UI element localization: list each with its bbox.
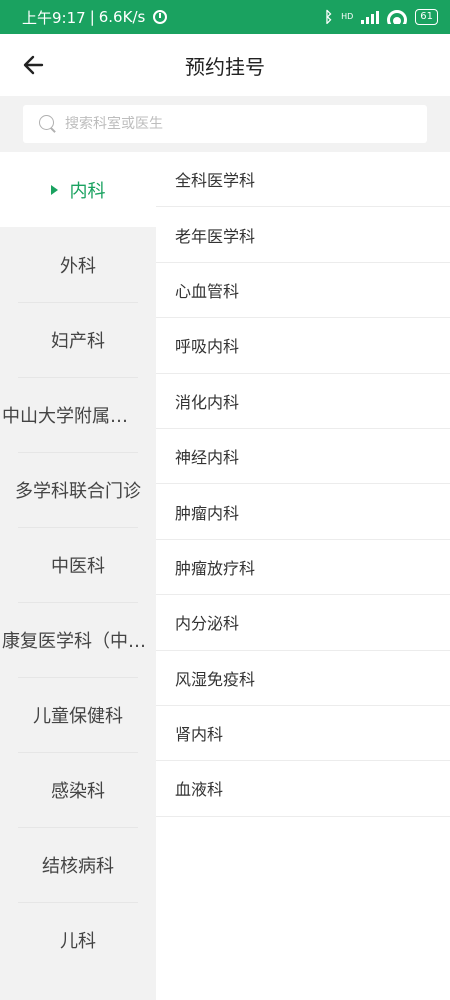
- department-item[interactable]: 风湿免疫科: [156, 651, 450, 706]
- search-icon: [39, 115, 57, 133]
- sidebar-item-infectious[interactable]: 感染科: [0, 752, 156, 827]
- status-time: 上午9:17: [22, 8, 86, 27]
- search-box[interactable]: [23, 105, 427, 143]
- sidebar-item-label: 内科: [69, 180, 106, 202]
- alarm-icon: [153, 10, 168, 24]
- department-item[interactable]: 神经内科: [156, 429, 450, 485]
- title-bar: 预约挂号: [0, 34, 450, 96]
- wifi-icon: [387, 10, 408, 24]
- battery-indicator: 61: [415, 9, 438, 25]
- back-arrow-icon[interactable]: [20, 51, 48, 79]
- department-item[interactable]: 老年医学科: [156, 207, 450, 263]
- page-title: 预约挂号: [185, 54, 265, 79]
- sidebar-item-label: 结核病科: [42, 855, 114, 877]
- department-item[interactable]: 肾内科: [156, 706, 450, 762]
- status-right: ᛒ HD 61: [324, 8, 438, 26]
- sidebar-item-label: 康复医学科（中…: [2, 630, 146, 652]
- sidebar-item-tcm[interactable]: 中医科: [0, 527, 156, 602]
- department-item[interactable]: 心血管科: [156, 263, 450, 319]
- sidebar-item-label: 中山大学附属…: [2, 405, 128, 427]
- sidebar-item-label: 儿童保健科: [33, 705, 123, 727]
- status-divider: |: [89, 8, 95, 26]
- status-speed: 6.6K/s: [98, 8, 146, 26]
- department-item[interactable]: 呼吸内科: [156, 318, 450, 374]
- selected-caret-icon: [50, 184, 58, 195]
- sidebar-item-obstetrics[interactable]: 妇产科: [0, 302, 156, 377]
- category-sidebar: 内科 外科 妇产科 中山大学附属… 多学科联合门诊 中医科 康复医学科（中… 儿…: [0, 152, 156, 1000]
- network-type-label: HD: [341, 12, 354, 21]
- search-area: [0, 96, 450, 152]
- sidebar-item-surgery[interactable]: 外科: [0, 227, 156, 302]
- sidebar-item-pediatrics[interactable]: 儿科: [0, 902, 156, 977]
- department-item[interactable]: 肿瘤放疗科: [156, 540, 450, 596]
- status-bar: 上午9:17 | 6.6K/s ᛒ HD 61: [0, 0, 450, 34]
- sidebar-item-sysu-affiliated[interactable]: 中山大学附属…: [0, 377, 156, 452]
- signal-icon: [361, 10, 380, 24]
- department-item[interactable]: 内分泌科: [156, 595, 450, 651]
- department-item[interactable]: 全科医学科: [156, 152, 450, 208]
- department-item[interactable]: 消化内科: [156, 374, 450, 429]
- sidebar-item-label: 感染科: [51, 780, 105, 802]
- department-list: 全科医学科 老年医学科 心血管科 呼吸内科 消化内科 神经内科 肿瘤内科 肿瘤放…: [156, 152, 450, 1000]
- sidebar-item-multidisciplinary[interactable]: 多学科联合门诊: [0, 452, 156, 527]
- status-left: 上午9:17 | 6.6K/s: [22, 7, 168, 28]
- sidebar-item-label: 中医科: [51, 555, 105, 577]
- bluetooth-icon: ᛒ: [324, 8, 334, 26]
- sidebar-item-label: 多学科联合门诊: [15, 480, 141, 502]
- search-input[interactable]: [65, 116, 405, 132]
- sidebar-item-label: 外科: [60, 255, 96, 277]
- sidebar-item-label: 妇产科: [51, 330, 105, 352]
- sidebar-item-tuberculosis[interactable]: 结核病科: [0, 827, 156, 902]
- department-item[interactable]: 血液科: [156, 761, 450, 817]
- department-item[interactable]: 肿瘤内科: [156, 484, 450, 540]
- sidebar-item-label: 儿科: [60, 930, 96, 952]
- sidebar-item-rehabilitation[interactable]: 康复医学科（中…: [0, 602, 156, 677]
- sidebar-item-internal-medicine[interactable]: 内科: [0, 152, 156, 227]
- sidebar-item-child-healthcare[interactable]: 儿童保健科: [0, 677, 156, 752]
